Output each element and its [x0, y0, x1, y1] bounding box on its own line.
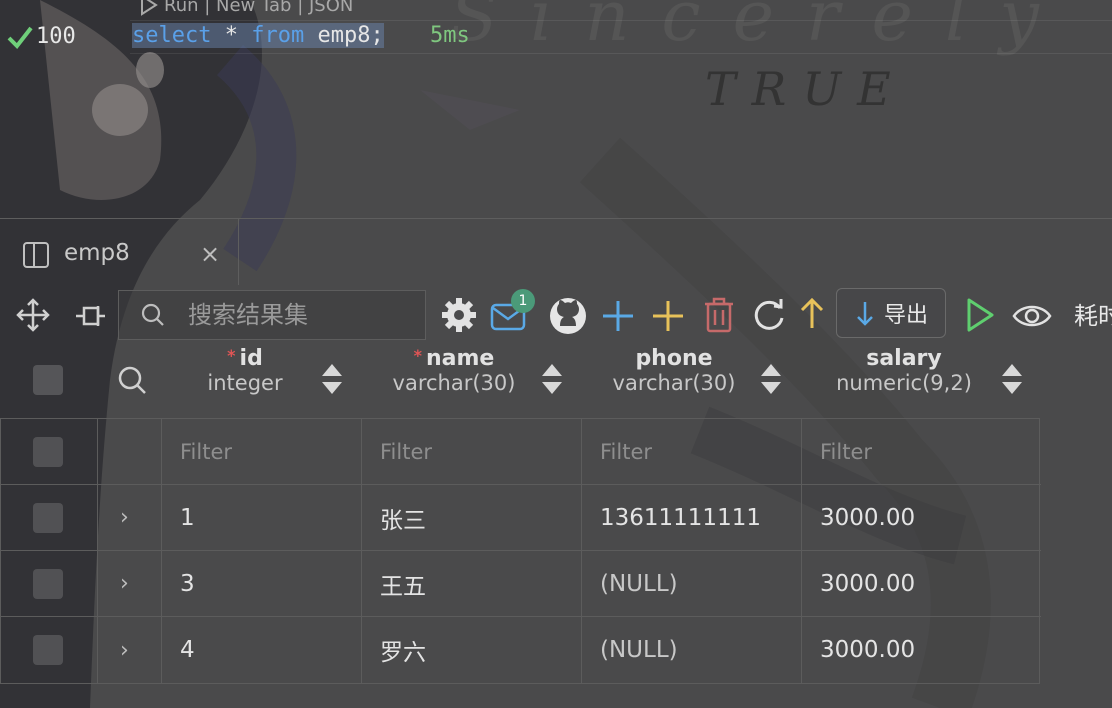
execution-time: 5ms	[430, 23, 470, 48]
sql-star: *	[224, 23, 238, 48]
row-selector-cell[interactable]	[1, 617, 98, 683]
move-icon[interactable]	[14, 296, 52, 334]
cell-id[interactable]: 4	[162, 617, 362, 683]
codelens-label[interactable]: Run | New Tab | JSON	[164, 0, 353, 16]
cell-salary[interactable]: 3000.00	[802, 485, 1040, 550]
cell-salary[interactable]: 3000.00	[802, 617, 1040, 683]
column-header-phone[interactable]: phone varchar(30)	[604, 346, 744, 395]
column-header-name[interactable]: * name varchar(30)	[384, 346, 524, 395]
search-placeholder: 搜索结果集	[188, 301, 308, 329]
github-icon[interactable]	[548, 296, 588, 336]
expand-cell[interactable]: ›	[98, 617, 162, 683]
column-header-salary[interactable]: salary numeric(9,2)	[826, 346, 982, 395]
eye-icon[interactable]	[1012, 300, 1052, 332]
column-type: varchar(30)	[612, 371, 736, 395]
cell-phone[interactable]: (NULL)	[582, 551, 802, 616]
export-button[interactable]: 导出	[836, 288, 946, 338]
search-icon	[141, 303, 164, 326]
column-search-icon[interactable]	[116, 364, 148, 396]
chevron-right-icon[interactable]: ›	[120, 571, 129, 596]
filter-input-salary[interactable]: Filter	[802, 419, 1040, 484]
sort-icon[interactable]	[760, 362, 782, 396]
cell-name[interactable]: 王五	[362, 551, 582, 616]
column-type: varchar(30)	[392, 371, 516, 395]
column-name: id	[239, 346, 263, 371]
cell-phone[interactable]: 13611111111	[582, 485, 802, 550]
table-row[interactable]: › 3 王五 (NULL) 3000.00	[1, 551, 1041, 617]
filter-input-id[interactable]: Filter	[162, 419, 362, 484]
sql-table: emp8;	[317, 23, 384, 48]
up-arrow-icon[interactable]	[798, 296, 826, 332]
filter-input-name[interactable]: Filter	[362, 419, 582, 484]
sql-editor[interactable]: Run | New Tab | JSON 100 select * from e…	[0, 0, 1112, 218]
table-row[interactable]: › 1 张三 13611111111 3000.00	[1, 485, 1041, 551]
codelens-actions[interactable]: Run | New Tab | JSON	[138, 0, 353, 16]
close-icon[interactable]: ×	[200, 240, 220, 268]
download-icon	[857, 302, 873, 326]
column-name: phone	[635, 346, 713, 371]
row-selector-cell[interactable]	[1, 551, 98, 616]
column-type: integer	[207, 371, 283, 395]
filter-input-phone[interactable]: Filter	[582, 419, 802, 484]
expand-cell[interactable]: ›	[98, 551, 162, 616]
cell-name[interactable]: 张三	[362, 485, 582, 550]
sql-keyword-from: from	[251, 23, 305, 48]
result-grid: Filter Filter Filter Filter › 1 张三 13611…	[0, 418, 1041, 684]
row-selector-cell[interactable]	[1, 485, 98, 550]
code-line[interactable]: 100 select * from emp8; 5ms	[0, 20, 1112, 54]
filter-row: Filter Filter Filter Filter	[1, 419, 1041, 485]
sql-statement[interactable]: select * from emp8;	[132, 23, 384, 48]
column-header-id[interactable]: * id integer	[190, 346, 300, 395]
row-checkbox[interactable]	[33, 436, 63, 467]
check-icon	[7, 26, 33, 50]
elapsed-time-label[interactable]: 耗时	[1074, 296, 1112, 331]
sort-icon[interactable]	[541, 362, 563, 396]
row-checkbox[interactable]	[33, 635, 63, 665]
expand-cell	[98, 419, 162, 484]
delete-icon[interactable]	[702, 296, 736, 334]
required-marker: *	[413, 346, 422, 365]
column-name: salary	[866, 346, 942, 371]
row-selector-cell[interactable]	[1, 419, 98, 484]
column-type: numeric(9,2)	[836, 371, 972, 395]
cell-salary[interactable]: 3000.00	[802, 551, 1040, 616]
row-checkbox[interactable]	[33, 502, 63, 533]
expand-cell[interactable]: ›	[98, 485, 162, 550]
cell-id[interactable]: 1	[162, 485, 362, 550]
cell-phone[interactable]: (NULL)	[582, 617, 802, 683]
refresh-icon[interactable]	[750, 296, 788, 334]
tab-label[interactable]: emp8	[64, 240, 130, 266]
line-number: 100	[36, 24, 76, 49]
sort-icon[interactable]	[321, 362, 343, 396]
export-label: 导出	[883, 303, 928, 328]
chevron-right-icon[interactable]: ›	[120, 638, 129, 663]
cell-name[interactable]: 罗六	[362, 617, 582, 683]
gear-icon[interactable]	[440, 296, 478, 334]
sql-keyword-select: select	[132, 23, 212, 48]
table-row[interactable]: › 4 罗六 (NULL) 3000.00	[1, 617, 1041, 683]
row-checkbox[interactable]	[33, 568, 63, 599]
add-column-icon[interactable]	[650, 298, 686, 334]
chevron-right-icon[interactable]: ›	[120, 505, 129, 530]
sort-icon[interactable]	[1001, 362, 1023, 396]
add-row-icon[interactable]	[600, 298, 636, 334]
run-icon[interactable]	[964, 296, 996, 334]
pin-icon[interactable]	[72, 300, 108, 332]
column-name: name	[426, 346, 495, 371]
select-all-checkbox[interactable]	[33, 365, 63, 395]
table-icon	[23, 242, 49, 268]
run-icon	[141, 0, 158, 16]
required-marker: *	[227, 346, 236, 365]
mail-badge: 1	[511, 289, 535, 313]
cell-id[interactable]: 3	[162, 551, 362, 616]
